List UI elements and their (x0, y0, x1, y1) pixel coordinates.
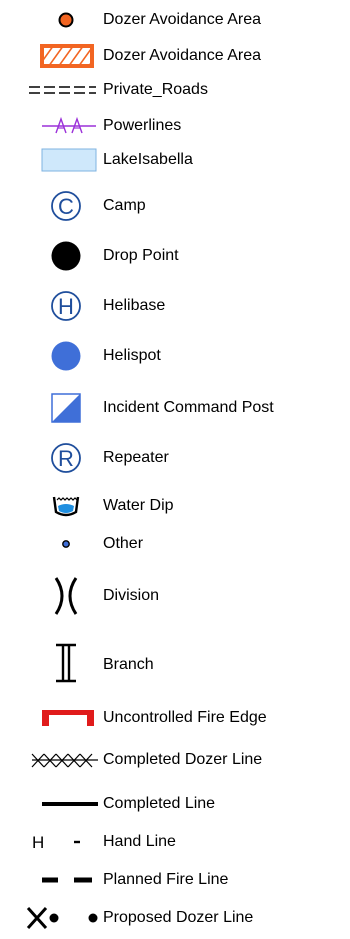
legend-item-other: Other (0, 524, 350, 564)
helibase-icon: H (16, 286, 96, 326)
legend-label: Hand Line (103, 833, 176, 850)
legend-item-completed-dozer-line: Completed Dozer Line (0, 740, 350, 780)
legend-item-helispot: Helispot (0, 336, 350, 376)
lake-area-icon (16, 140, 97, 180)
repeater-icon: R (16, 438, 96, 478)
completed-dozer-line-icon (16, 740, 98, 780)
legend-label: Uncontrolled Fire Edge (103, 709, 267, 726)
legend-item-camp: C Camp (0, 186, 350, 226)
legend-item-repeater: R Repeater (0, 438, 350, 478)
orange-dot-icon (16, 0, 96, 40)
drop-point-icon (16, 236, 96, 276)
legend-item-drop-point: Drop Point (0, 236, 350, 276)
incident-command-post-icon (16, 388, 96, 428)
legend-item-branch: Branch (0, 643, 350, 685)
legend-label: Private_Roads (103, 81, 208, 98)
legend-item-proposed-dozer-line: Proposed Dozer Line (0, 898, 350, 938)
legend-label: Incident Command Post (103, 399, 274, 416)
legend-label: Branch (103, 656, 154, 673)
branch-icon (16, 643, 96, 685)
proposed-dozer-line-icon (16, 898, 98, 938)
legend-label: Camp (103, 197, 146, 214)
camp-icon: C (16, 186, 96, 226)
legend-item-dozer-avoidance-point: Dozer Avoidance Area (0, 0, 350, 40)
division-icon (16, 576, 96, 616)
hand-line-icon: H (16, 822, 96, 862)
dashed-road-icon (16, 70, 96, 110)
legend-item-private-roads: Private_Roads (0, 70, 350, 110)
hand-line-glyph: H (32, 833, 44, 852)
legend-label: Other (103, 535, 144, 552)
helispot-icon (16, 336, 96, 376)
legend-label: Dozer Avoidance Area (103, 47, 262, 64)
legend-label: Powerlines (103, 117, 182, 134)
legend-label: Drop Point (103, 247, 179, 264)
map-legend: { "legend": { "items": [ {"label": "Doze… (0, 0, 350, 939)
legend-label: Completed Line (103, 795, 216, 812)
legend-item-uncontrolled-fire-edge: Uncontrolled Fire Edge (0, 698, 350, 738)
legend-item-helibase: H Helibase (0, 286, 350, 326)
legend-label: Helibase (103, 297, 166, 314)
legend-item-completed-line: Completed Line (0, 784, 350, 824)
legend-label: Completed Dozer Line (103, 751, 263, 768)
water-dip-icon (16, 486, 96, 526)
repeater-glyph: R (58, 446, 74, 471)
legend-item-lake-isabella: LakeIsabella (0, 140, 350, 180)
camp-glyph: C (58, 194, 74, 219)
legend-label: Planned Fire Line (103, 871, 229, 888)
legend-item-water-dip: Water Dip (0, 486, 350, 526)
legend-item-division: Division (0, 576, 350, 616)
legend-label: LakeIsabella (103, 151, 193, 168)
legend-item-incident-command-post: Incident Command Post (0, 388, 350, 428)
legend-label: Dozer Avoidance Area (103, 11, 262, 28)
legend-item-hand-line: H Hand Line (0, 822, 350, 862)
planned-fire-line-icon (16, 860, 96, 900)
legend-item-planned-fire-line: Planned Fire Line (0, 860, 350, 900)
uncontrolled-fire-edge-icon (16, 698, 96, 738)
legend-label: Water Dip (103, 497, 174, 514)
legend-label: Helispot (103, 347, 161, 364)
legend-label: Division (103, 587, 160, 604)
helibase-glyph: H (58, 294, 74, 319)
legend-label: Proposed Dozer Line (103, 909, 254, 926)
legend-label: Repeater (103, 449, 169, 466)
other-point-icon (16, 524, 96, 564)
completed-line-icon (16, 784, 98, 824)
